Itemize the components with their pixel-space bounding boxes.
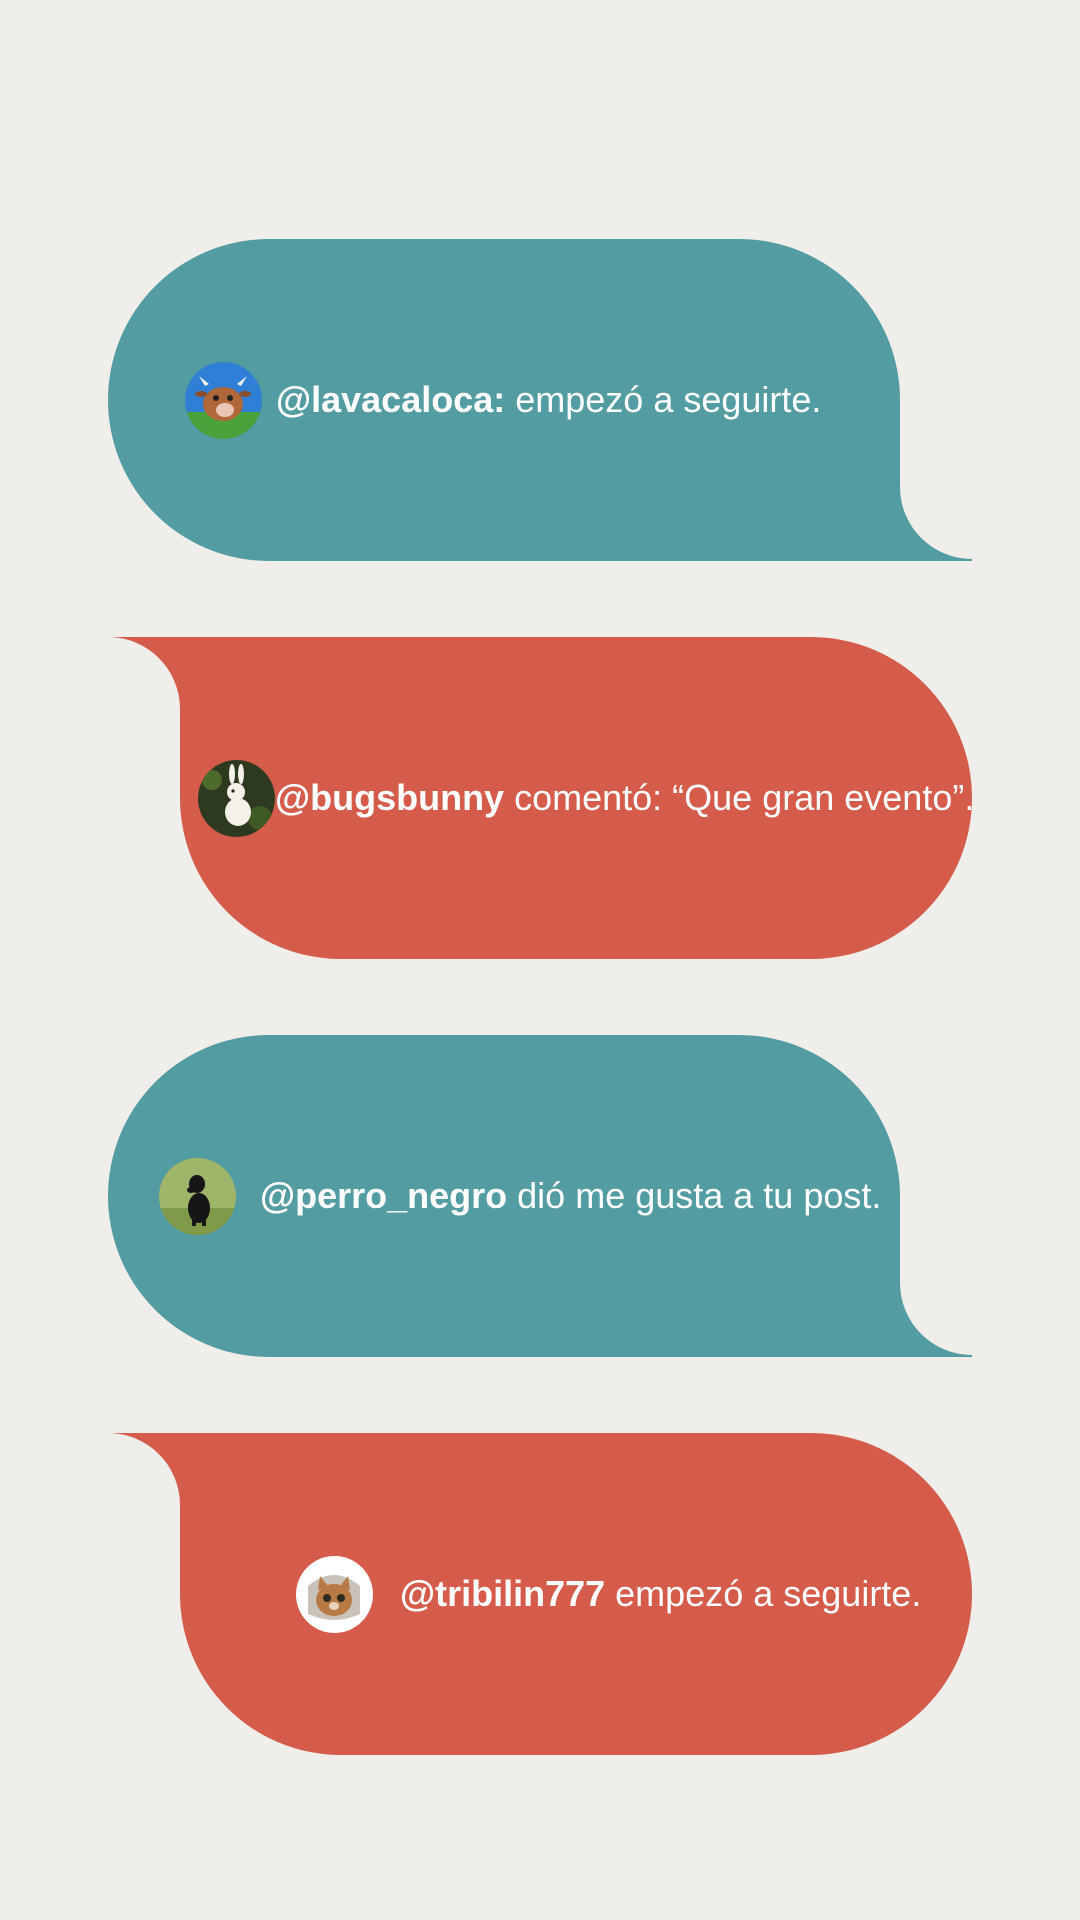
notification-message: dió me gusta a tu post. (517, 1175, 882, 1216)
user-handle[interactable]: @perro_negro (260, 1178, 507, 1214)
notification-content: @lavacaloca: empezó a seguirte. (185, 239, 821, 561)
notification-bubble-follow[interactable]: @tribilin777 empezó a seguirte. (108, 1433, 972, 1755)
notification-content: @tribilin777 empezó a seguirte. (296, 1433, 921, 1755)
notification-message: empezó a seguirte. (615, 1573, 922, 1614)
notification-content: @bugsbunny comentó: “Que gran evento”. (198, 637, 974, 959)
dog-avatar-icon[interactable] (159, 1157, 236, 1235)
notification-bubble-comment[interactable]: @bugsbunny comentó: “Que gran evento”. (108, 637, 974, 959)
user-handle[interactable]: @bugsbunny (275, 780, 504, 816)
notification-bubble-like[interactable]: @perro_negro dió me gusta a tu post. (108, 1035, 972, 1357)
user-handle[interactable]: @lavacaloca: (276, 382, 505, 418)
rabbit-avatar-icon[interactable] (198, 759, 275, 837)
notification-content: @perro_negro dió me gusta a tu post. (159, 1035, 881, 1357)
bubble-tail (900, 1283, 972, 1357)
notification-message: comentó: “Que gran evento”. (514, 777, 975, 818)
notification-bubble-follow[interactable]: @lavacaloca: empezó a seguirte. (108, 239, 972, 561)
cat-avatar-icon[interactable] (296, 1555, 373, 1633)
bubble-tail (900, 487, 972, 561)
cow-avatar-icon[interactable] (185, 361, 262, 439)
bubble-tail (108, 637, 180, 709)
bubble-tail (108, 1433, 180, 1505)
user-handle[interactable]: @tribilin777 (400, 1576, 605, 1612)
notification-message: empezó a seguirte. (515, 379, 822, 420)
